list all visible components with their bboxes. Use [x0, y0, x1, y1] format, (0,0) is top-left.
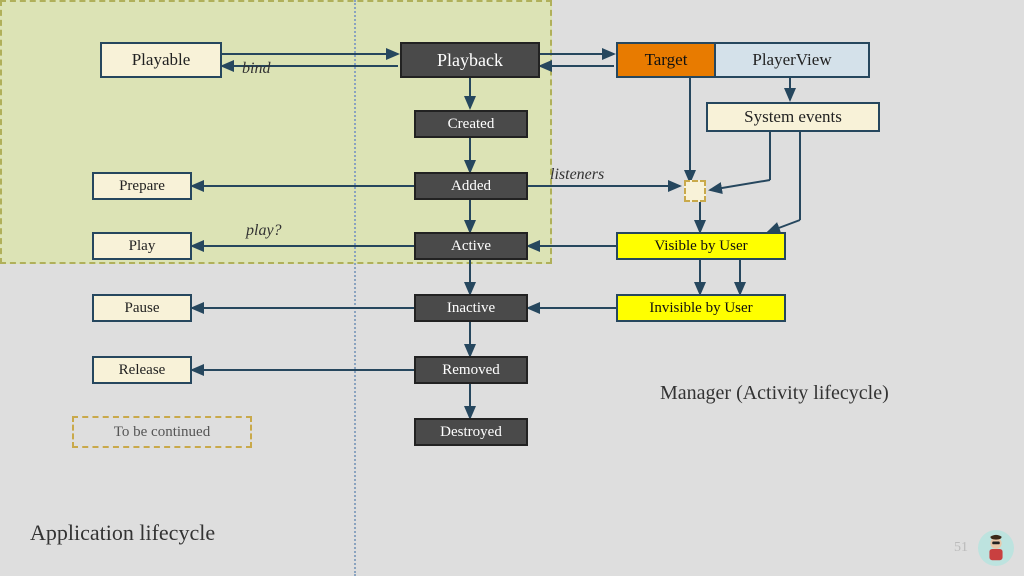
listeners-slot — [684, 180, 706, 202]
box-release: Release — [92, 356, 192, 384]
box-created: Created — [414, 110, 528, 138]
box-playerview: PlayerView — [716, 42, 870, 78]
box-play: Play — [92, 232, 192, 260]
page-title: Application lifecycle — [30, 520, 215, 546]
page-number: 51 — [954, 540, 968, 556]
box-inactive: Inactive — [414, 294, 528, 322]
arrows — [0, 0, 1024, 576]
box-prepare: Prepare — [92, 172, 192, 200]
avatar — [978, 530, 1014, 566]
label-play-question: play? — [246, 222, 282, 240]
box-tbc: To be continued — [72, 416, 252, 448]
box-invisible: Invisible by User — [616, 294, 786, 322]
box-active: Active — [414, 232, 528, 260]
box-pause: Pause — [92, 294, 192, 322]
label-listeners: listeners — [550, 166, 604, 184]
box-system-events: System events — [706, 102, 880, 132]
box-playback: Playback — [400, 42, 540, 78]
box-removed: Removed — [414, 356, 528, 384]
box-destroyed: Destroyed — [414, 418, 528, 446]
box-visible: Visible by User — [616, 232, 786, 260]
box-added: Added — [414, 172, 528, 200]
box-playable: Playable — [100, 42, 222, 78]
person-icon — [981, 533, 1011, 563]
label-bind: bind — [242, 60, 270, 78]
box-target: Target — [616, 42, 716, 78]
